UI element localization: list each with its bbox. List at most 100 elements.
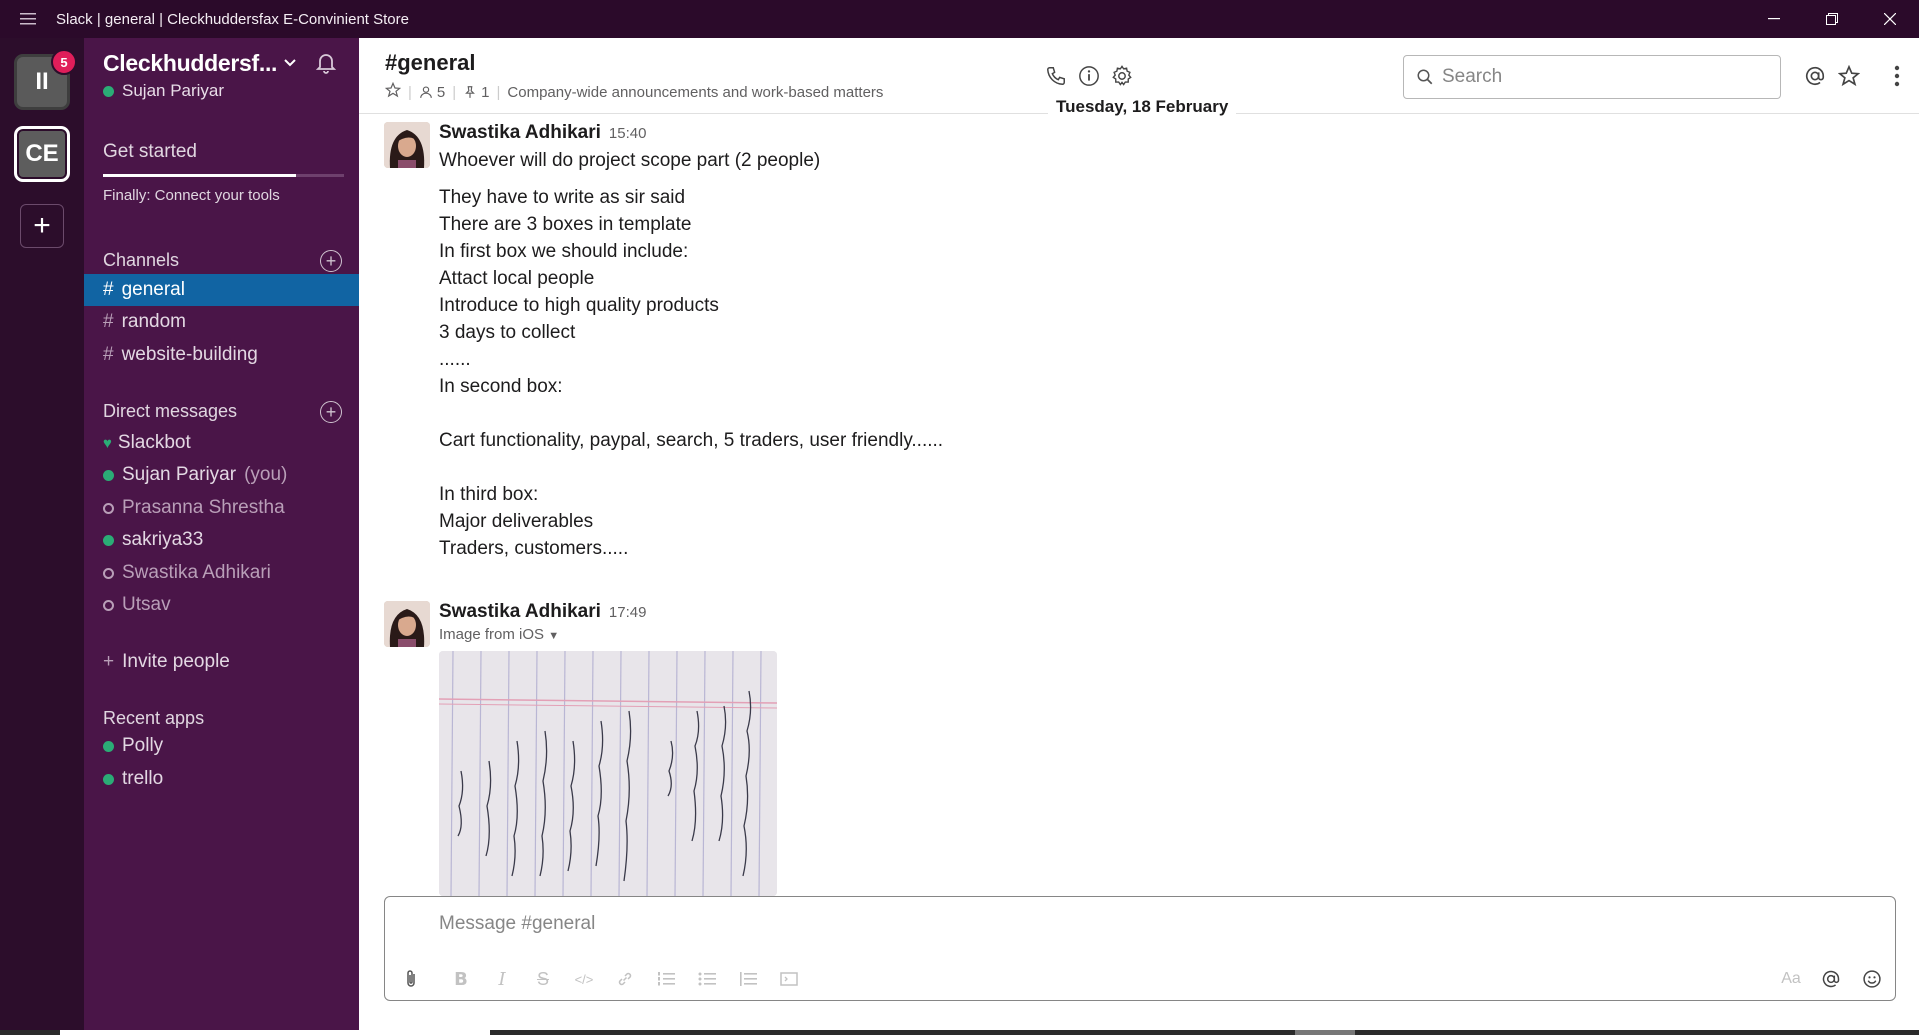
message-composer[interactable]: Message #general B I S </> Aa: [384, 896, 1896, 1001]
notification-badge: 5: [51, 49, 77, 75]
workspace-button-1[interactable]: II 5: [14, 49, 77, 110]
avatar[interactable]: [384, 601, 430, 647]
connect-tools-text[interactable]: Finally: Connect your tools: [103, 187, 280, 204]
invite-people-button[interactable]: + Invite people: [84, 646, 359, 678]
sidebar-item-random[interactable]: # random: [84, 306, 359, 338]
menu-icon[interactable]: [0, 13, 56, 25]
mention-icon[interactable]: [1817, 967, 1845, 991]
date-divider[interactable]: Tuesday, 18 February: [1048, 97, 1237, 117]
get-started-link[interactable]: Get started: [103, 141, 197, 163]
dm-prasanna-shrestha[interactable]: Prasanna Shrestha: [84, 492, 359, 524]
hash-icon: #: [103, 279, 114, 300]
hash-icon: #: [103, 344, 114, 365]
caret-down-icon[interactable]: ▼: [548, 630, 559, 642]
message-author[interactable]: Swastika Adhikari 17:49: [439, 601, 646, 623]
dm-swastika-adhikari[interactable]: Swastika Adhikari: [84, 557, 359, 589]
team-name[interactable]: Cleckhuddersf...: [103, 50, 277, 77]
dm-sujan-pariyar[interactable]: Sujan Pariyar (you): [84, 459, 359, 491]
bulleted-list-icon[interactable]: [693, 967, 721, 991]
message-line: [439, 400, 943, 427]
you-suffix: (you): [244, 464, 288, 485]
members-value: 5: [436, 83, 446, 101]
channel-topic[interactable]: Company-wide announcements and work-base…: [507, 84, 883, 101]
workspace-button-2[interactable]: CE: [14, 126, 70, 182]
channel-title[interactable]: #general: [385, 50, 476, 76]
numbered-list-icon[interactable]: [652, 967, 680, 991]
message-line: In third box:: [439, 484, 539, 505]
restore-icon[interactable]: [1803, 0, 1861, 38]
message-input[interactable]: Message #general: [439, 913, 595, 935]
blockquote-icon[interactable]: [734, 967, 762, 991]
bell-icon[interactable]: [314, 50, 338, 79]
plus-icon: +: [33, 209, 51, 242]
image-attachment[interactable]: [439, 651, 777, 896]
channel-label: random: [121, 311, 186, 332]
link-icon[interactable]: [611, 967, 639, 991]
message-line: ......: [439, 349, 471, 370]
info-icon[interactable]: [1075, 62, 1103, 90]
code-icon[interactable]: </>: [570, 967, 598, 991]
direct-messages-header[interactable]: Direct messages: [103, 401, 237, 422]
channels-header[interactable]: Channels: [103, 250, 179, 271]
message-timestamp[interactable]: 17:49: [609, 604, 647, 621]
dm-label: Swastika Adhikari: [122, 562, 271, 583]
dm-utsav[interactable]: Utsav: [84, 589, 359, 621]
attach-icon[interactable]: [397, 967, 425, 991]
avatar[interactable]: [384, 122, 430, 168]
pin-icon: [465, 86, 476, 98]
search-input[interactable]: Search: [1403, 55, 1781, 99]
more-options-icon[interactable]: [1889, 62, 1905, 90]
message-line: Whoever will do project scope part (2 pe…: [439, 150, 821, 171]
workspace-initials: II: [35, 68, 49, 95]
channel-label: general: [121, 279, 185, 300]
code-block-icon[interactable]: [775, 967, 803, 991]
member-count[interactable]: 5: [419, 84, 445, 101]
sidebar-item-general[interactable]: # general: [84, 274, 359, 306]
italic-icon[interactable]: I: [488, 967, 516, 991]
author-name[interactable]: Swastika Adhikari: [439, 601, 601, 622]
current-user-name: Sujan Pariyar: [122, 81, 225, 100]
add-dm-icon[interactable]: +: [320, 401, 342, 423]
strikethrough-icon[interactable]: S: [529, 967, 557, 991]
dm-slackbot[interactable]: ♥ Slackbot: [84, 427, 359, 459]
formatting-toggle[interactable]: Aa: [1777, 967, 1805, 991]
app-polly[interactable]: Polly: [84, 730, 359, 762]
app-trello[interactable]: trello: [84, 763, 359, 795]
message-line: Traders, customers.....: [439, 538, 629, 559]
dm-sakriya33[interactable]: sakriya33: [84, 524, 359, 556]
sidebar-item-website-building[interactable]: # website-building: [84, 339, 359, 371]
minimize-icon[interactable]: [1745, 0, 1803, 38]
dm-label: Prasanna Shrestha: [122, 497, 285, 518]
message-line: [439, 454, 943, 481]
online-status-icon: [103, 740, 114, 752]
emoji-icon[interactable]: [1858, 967, 1886, 991]
app-label: Polly: [122, 735, 164, 756]
recent-apps-header[interactable]: Recent apps: [103, 708, 204, 729]
pin-count[interactable]: 1: [463, 84, 490, 101]
bold-icon[interactable]: B: [447, 967, 475, 991]
get-started-progress: [103, 174, 344, 177]
channel-label: website-building: [121, 344, 258, 365]
author-name[interactable]: Swastika Adhikari: [439, 122, 601, 143]
current-user[interactable]: Sujan Pariyar: [103, 81, 224, 101]
mentions-icon[interactable]: [1801, 62, 1829, 90]
star-icon[interactable]: [384, 81, 402, 102]
add-channel-icon[interactable]: +: [320, 250, 342, 272]
scrollbar-thumb[interactable]: [60, 1030, 490, 1035]
gear-icon[interactable]: [1108, 62, 1136, 90]
sidebar: Cleckhuddersf... Sujan Pariyar Get start…: [84, 38, 359, 1035]
starred-items-icon[interactable]: [1835, 62, 1863, 90]
workspace-initials: CE: [25, 140, 59, 167]
chevron-down-icon[interactable]: [284, 54, 296, 70]
attachment-title[interactable]: Image from iOS ▼: [439, 626, 559, 643]
message-timestamp[interactable]: 15:40: [609, 125, 647, 142]
notebook-photo: [439, 651, 777, 896]
close-icon[interactable]: [1861, 0, 1919, 38]
progress-fill: [103, 174, 296, 177]
message-author[interactable]: Swastika Adhikari 15:40: [439, 122, 646, 144]
plus-icon: +: [103, 651, 115, 672]
call-icon[interactable]: [1042, 62, 1070, 90]
horizontal-scrollbar[interactable]: [0, 1030, 1919, 1035]
add-workspace-button[interactable]: +: [20, 204, 64, 248]
